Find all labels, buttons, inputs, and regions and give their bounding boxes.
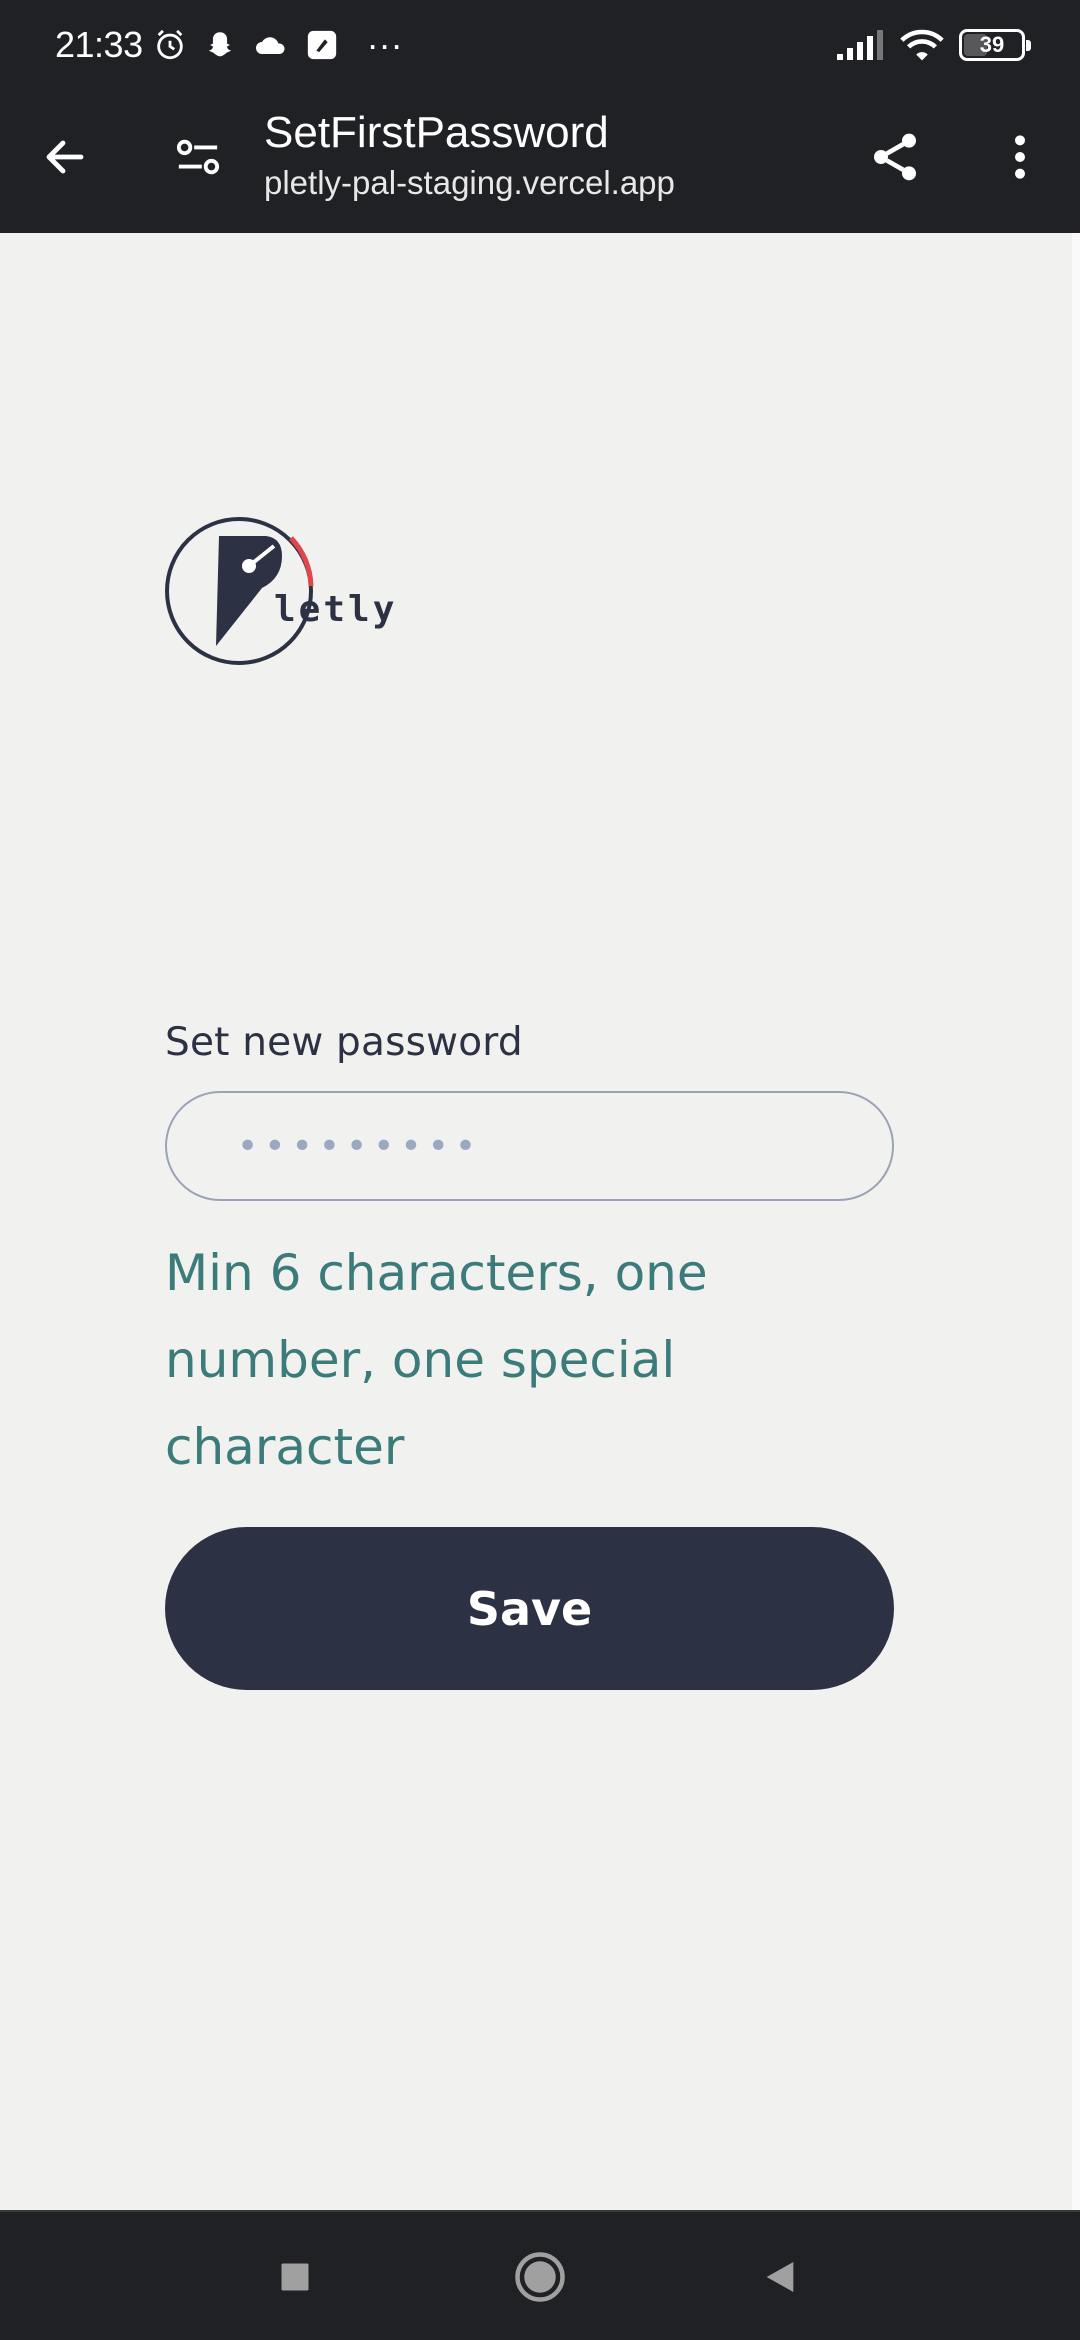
app-notification-icon <box>307 30 336 60</box>
home-circle-icon <box>515 2252 565 2302</box>
more-options-button[interactable] <box>985 122 1055 192</box>
logo-text: letly <box>274 589 397 630</box>
alarm-icon <box>156 29 183 60</box>
recents-button[interactable] <box>260 2242 330 2312</box>
page-url[interactable]: pletly-pal-staging.vercel.app <box>264 164 675 202</box>
wifi-icon <box>900 29 944 61</box>
back-nav-button[interactable] <box>745 2242 815 2312</box>
cloud-icon <box>255 37 285 54</box>
battery-level: 39 <box>979 32 1005 57</box>
password-label: Set new password <box>165 1020 523 1065</box>
status-bar: 21:33 ··· 39 <box>0 0 1080 90</box>
share-button[interactable] <box>860 122 930 192</box>
save-button[interactable]: Save <box>165 1527 894 1690</box>
password-input[interactable] <box>165 1091 894 1201</box>
square-icon <box>281 2263 309 2291</box>
status-time: 21:33 <box>55 24 143 65</box>
scroll-edge <box>1072 233 1080 2210</box>
system-nav-bar <box>0 2210 1080 2340</box>
share-icon <box>874 133 916 181</box>
snapchat-icon <box>208 32 231 57</box>
password-hint: Min 6 characters, one number, one specia… <box>165 1244 708 1476</box>
home-button[interactable] <box>505 2242 575 2312</box>
browser-toolbar: SetFirstPassword pletly-pal-staging.verc… <box>0 90 1080 233</box>
page-title: SetFirstPassword <box>264 108 609 157</box>
pletly-logo: letly <box>164 516 394 911</box>
back-arrow-icon <box>46 140 84 174</box>
overflow-dots: ··· <box>366 24 403 65</box>
battery-icon: 39 <box>959 29 1031 61</box>
site-settings-button[interactable] <box>163 122 233 192</box>
back-triangle-icon <box>766 2262 794 2292</box>
tune-icon <box>176 139 220 175</box>
status-notification-icons: ··· <box>153 24 403 66</box>
page-content <box>0 233 1072 2210</box>
back-button[interactable] <box>30 122 100 192</box>
signal-icon <box>837 30 883 60</box>
more-vert-icon <box>1015 135 1025 179</box>
